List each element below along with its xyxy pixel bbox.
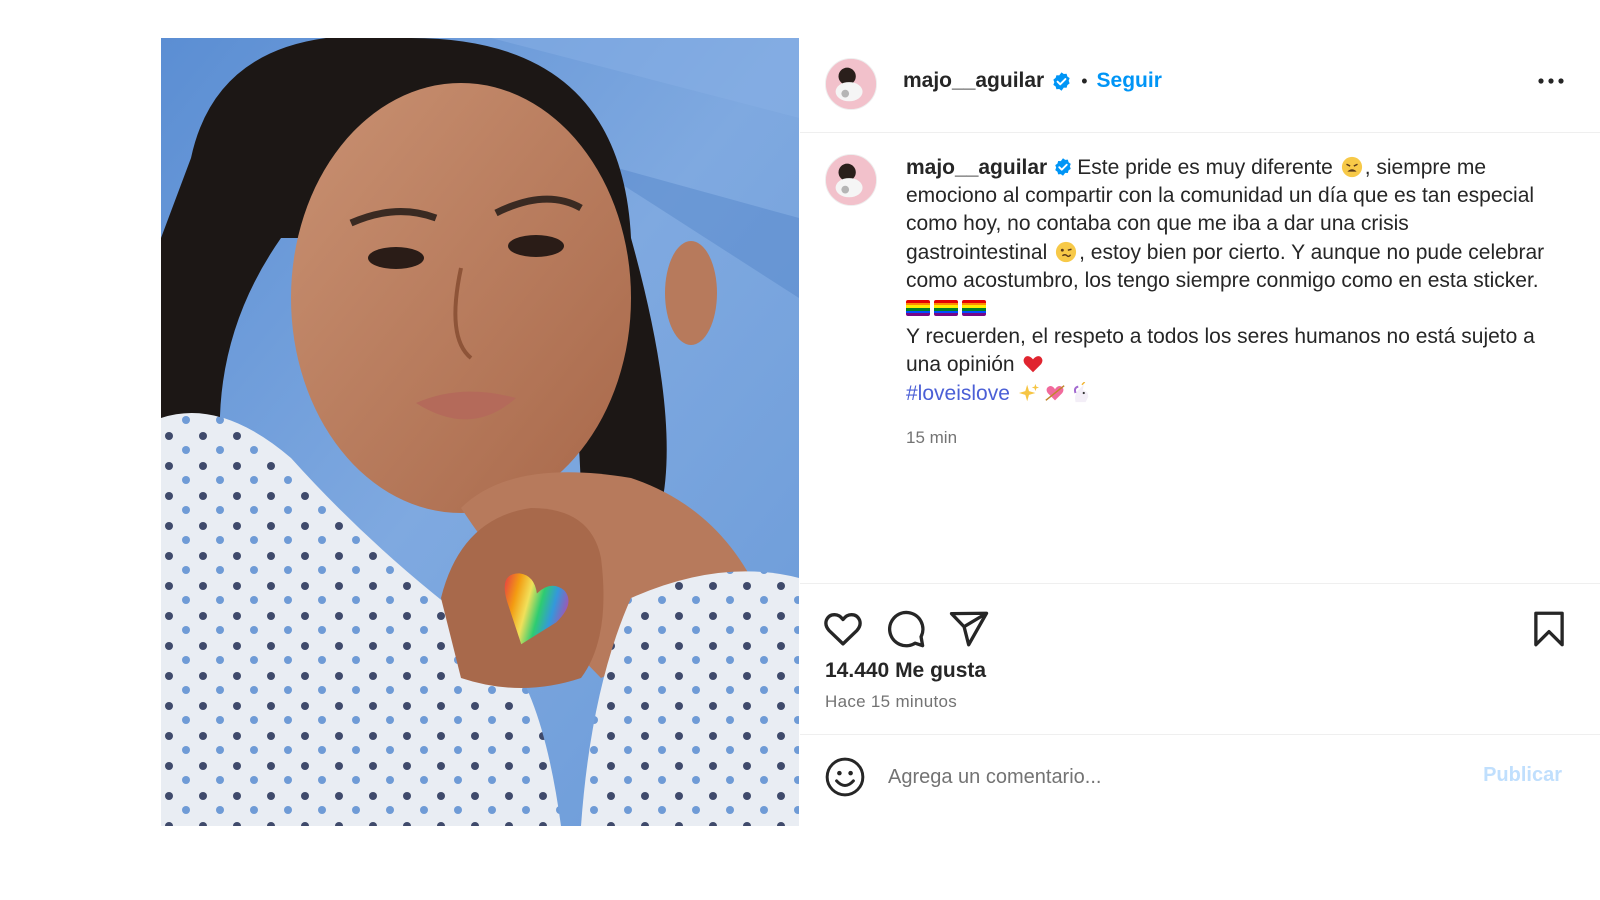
caption-username-link[interactable]: majo__aguilar: [906, 156, 1047, 179]
red-heart-emoji-icon: [1024, 356, 1043, 373]
post-details-panel: majo__aguilar • Seguir majo__aguilarEst: [800, 38, 1600, 900]
like-count[interactable]: 14.440 Me gusta: [825, 659, 986, 683]
publish-button[interactable]: Publicar: [1483, 764, 1562, 787]
verified-badge-icon: [1055, 158, 1071, 176]
send-icon[interactable]: [948, 608, 990, 650]
heart-icon[interactable]: [822, 608, 864, 650]
hashtag-link[interactable]: #loveislove: [906, 382, 1010, 405]
post-header: majo__aguilar • Seguir: [800, 38, 1600, 133]
caption-part-1: Este pride es muy diferente: [1077, 156, 1339, 179]
header-user-row: majo__aguilar • Seguir: [903, 68, 1162, 94]
username-link[interactable]: majo__aguilar: [903, 69, 1044, 93]
comment-icon[interactable]: [885, 608, 927, 650]
post-image[interactable]: [161, 38, 799, 826]
post-photo: [161, 38, 799, 826]
caption-timestamp: 15 min: [906, 428, 958, 447]
smiley-icon[interactable]: [824, 756, 866, 798]
caption-part-4: Y recuerden, el respeto a todos los sere…: [906, 325, 1535, 377]
comment-input[interactable]: [888, 760, 1448, 794]
separator-dot: •: [1081, 70, 1088, 91]
tired-face-emoji-icon: [1341, 156, 1362, 178]
comment-bar: Publicar: [800, 734, 1600, 820]
avatar[interactable]: [825, 58, 877, 110]
post-date: Hace 15 minutos: [825, 692, 958, 711]
follow-button[interactable]: Seguir: [1097, 69, 1162, 93]
caption-avatar[interactable]: [825, 154, 877, 206]
rainbow-flag-icon: [934, 300, 958, 316]
verified-badge-icon: [1053, 71, 1070, 91]
rainbow-flag-icon: [962, 300, 986, 316]
heart-arrow-emoji-icon: [1045, 384, 1065, 401]
bookmark-icon[interactable]: [1528, 608, 1570, 650]
rainbow-flag-icon: [906, 300, 930, 316]
more-options-icon[interactable]: [1536, 70, 1566, 92]
avatar-image: [826, 155, 876, 205]
avatar-image: [826, 59, 876, 109]
sparkles-emoji-icon: [1018, 383, 1039, 401]
caption-text: majo__aguilar Este pride es muy diferente…: [906, 154, 1554, 408]
unicorn-emoji-icon: [1073, 381, 1089, 402]
woozy-face-emoji-icon: [1056, 241, 1077, 262]
